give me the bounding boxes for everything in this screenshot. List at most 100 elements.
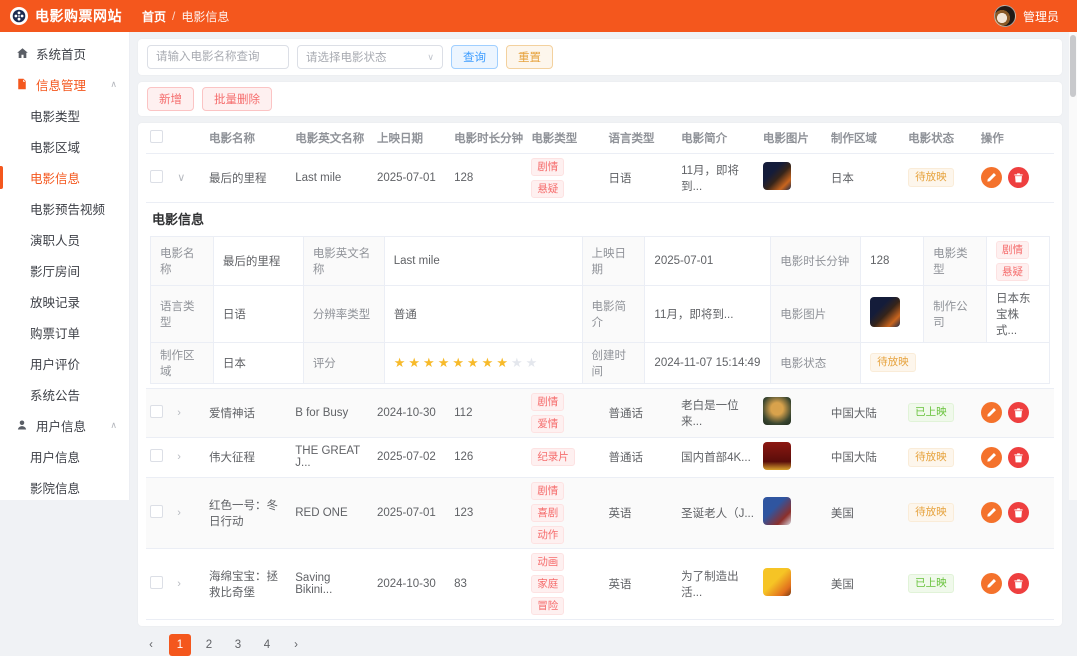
table-row[interactable]: ∨ 最后的里程 Last mile 2025-07-01 128 剧情悬疑 日语… bbox=[146, 153, 1054, 202]
duration: 83 bbox=[450, 548, 527, 619]
row-checkbox[interactable] bbox=[150, 170, 163, 183]
sidebar-item-movie-trailer[interactable]: 电影预告视频 bbox=[0, 193, 129, 224]
movie-status-select[interactable]: 请选择电影状态 ∨ bbox=[297, 45, 443, 69]
delete-button[interactable] bbox=[1008, 502, 1029, 523]
type-tag: 剧情 bbox=[531, 482, 564, 500]
sidebar-item-hall[interactable]: 影厅房间 bbox=[0, 255, 129, 286]
release-date: 2025-07-01 bbox=[373, 477, 450, 548]
edit-button[interactable] bbox=[981, 447, 1002, 468]
prev-page-button[interactable]: ‹ bbox=[140, 634, 162, 656]
star-icon: ★ bbox=[452, 355, 464, 371]
movie-poster[interactable] bbox=[763, 497, 791, 525]
detail-value: 128 bbox=[861, 236, 924, 285]
movie-name-search-input[interactable] bbox=[147, 45, 289, 69]
edit-button[interactable] bbox=[981, 402, 1002, 423]
movie-poster[interactable] bbox=[870, 297, 900, 327]
chevron-down-icon: ∨ bbox=[427, 52, 434, 63]
star-icon: ★ bbox=[438, 355, 450, 371]
delete-button[interactable] bbox=[1008, 447, 1029, 468]
detail-value: 最后的里程 bbox=[213, 236, 303, 285]
select-all-checkbox[interactable] bbox=[150, 130, 163, 143]
sidebar-item-screening[interactable]: 放映记录 bbox=[0, 286, 129, 317]
sidebar-group-info-management[interactable]: 信息管理 ∧ bbox=[0, 69, 129, 100]
edit-button[interactable] bbox=[981, 502, 1002, 523]
table-row[interactable]: › 海绵宝宝：拯救比奇堡 Saving Bikini... 2024-10-30… bbox=[146, 548, 1054, 619]
next-page-button[interactable]: › bbox=[285, 634, 307, 656]
breadcrumb-home[interactable]: 首页 bbox=[142, 8, 166, 25]
sidebar-item-user-info[interactable]: 用户信息 bbox=[0, 441, 129, 472]
type-tag: 爱情 bbox=[531, 415, 564, 433]
movie-en-name: B for Busy bbox=[291, 388, 373, 437]
chevron-up-icon: ∧ bbox=[110, 420, 117, 431]
duration: 123 bbox=[450, 477, 527, 548]
movie-name: 爱情神话 bbox=[205, 388, 291, 437]
sidebar-item-movie-region[interactable]: 电影区域 bbox=[0, 131, 129, 162]
movie-poster[interactable] bbox=[763, 568, 791, 596]
table-row[interactable]: › 爱情神话 B for Busy 2024-10-30 112 剧情爱情 普通… bbox=[146, 388, 1054, 437]
edit-button[interactable] bbox=[981, 573, 1002, 594]
status-badge: 已上映 bbox=[908, 403, 954, 422]
avatar[interactable] bbox=[994, 5, 1016, 27]
row-checkbox[interactable] bbox=[150, 449, 163, 462]
detail-label: 语言类型 bbox=[151, 285, 214, 342]
movie-desc: 圣诞老人（J... bbox=[677, 477, 759, 548]
sidebar-item-movie-type[interactable]: 电影类型 bbox=[0, 100, 129, 131]
detail-label: 制作区域 bbox=[151, 342, 214, 383]
breadcrumb-separator: / bbox=[172, 9, 175, 23]
query-button[interactable]: 查询 bbox=[451, 45, 498, 69]
release-date: 2025-07-02 bbox=[373, 437, 450, 477]
expand-row-icon[interactable]: › bbox=[177, 451, 181, 463]
sidebar-item-orders[interactable]: 购票订单 bbox=[0, 317, 129, 348]
row-checkbox[interactable] bbox=[150, 505, 163, 518]
detail-value: Last mile bbox=[384, 236, 582, 285]
page-button[interactable]: 1 bbox=[169, 634, 191, 656]
detail-label: 电影名称 bbox=[151, 236, 214, 285]
col-ops: 操作 bbox=[977, 123, 1054, 153]
page-button[interactable]: 2 bbox=[198, 634, 220, 656]
sidebar-item-cast[interactable]: 演职人员 bbox=[0, 224, 129, 255]
scrollbar[interactable] bbox=[1069, 32, 1077, 500]
sidebar-item-home[interactable]: 系统首页 bbox=[0, 38, 129, 69]
edit-button[interactable] bbox=[981, 167, 1002, 188]
movie-poster[interactable] bbox=[763, 442, 791, 470]
movie-poster[interactable] bbox=[763, 162, 791, 190]
release-date: 2024-10-30 bbox=[373, 548, 450, 619]
reset-button[interactable]: 重置 bbox=[506, 45, 553, 69]
table-header-row: 电影名称 电影英文名称 上映日期 电影时长分钟 电影类型 语言类型 电影简介 电… bbox=[146, 123, 1054, 153]
sidebar-group-user-info[interactable]: 用户信息 ∧ bbox=[0, 410, 129, 441]
table-row[interactable]: › 伟大征程 THE GREAT J... 2025-07-02 126 纪录片… bbox=[146, 437, 1054, 477]
page-button[interactable]: 3 bbox=[227, 634, 249, 656]
add-button[interactable]: 新增 bbox=[147, 87, 194, 111]
type-tag: 纪录片 bbox=[531, 448, 575, 466]
expand-row-icon[interactable]: › bbox=[177, 507, 181, 519]
batch-delete-button[interactable]: 批量删除 bbox=[202, 87, 272, 111]
scrollbar-thumb[interactable] bbox=[1070, 35, 1076, 97]
user-icon bbox=[16, 419, 29, 432]
delete-button[interactable] bbox=[1008, 402, 1029, 423]
expand-row-icon[interactable]: › bbox=[177, 578, 181, 590]
movie-desc: 老白是一位来... bbox=[677, 388, 759, 437]
table-row[interactable]: › 红色一号：冬日行动 RED ONE 2025-07-01 123 剧情喜剧动… bbox=[146, 477, 1054, 548]
duration: 126 bbox=[450, 437, 527, 477]
app-title: 电影购票网站 bbox=[35, 6, 122, 26]
movie-poster[interactable] bbox=[763, 397, 791, 425]
movie-name: 伟大征程 bbox=[205, 437, 291, 477]
delete-button[interactable] bbox=[1008, 573, 1029, 594]
col-type: 电影类型 bbox=[527, 123, 604, 153]
user-menu[interactable]: 管理员 bbox=[994, 5, 1077, 27]
delete-button[interactable] bbox=[1008, 167, 1029, 188]
row-checkbox[interactable] bbox=[150, 576, 163, 589]
sidebar-item-movie-info[interactable]: 电影信息 bbox=[0, 162, 129, 193]
language: 普通话 bbox=[604, 437, 677, 477]
region: 美国 bbox=[827, 477, 904, 548]
sidebar-item-notice[interactable]: 系统公告 bbox=[0, 379, 129, 410]
collapse-row-icon[interactable]: ∨ bbox=[177, 171, 185, 184]
row-checkbox[interactable] bbox=[150, 405, 163, 418]
expand-row-icon[interactable]: › bbox=[177, 407, 181, 419]
app-logo: 电影购票网站 bbox=[0, 6, 130, 26]
sidebar-item-reviews[interactable]: 用户评价 bbox=[0, 348, 129, 379]
status-badge: 待放映 bbox=[908, 503, 954, 522]
page-button[interactable]: 4 bbox=[256, 634, 278, 656]
sidebar-item-cinema-info[interactable]: 影院信息 bbox=[0, 472, 129, 503]
type-tag: 动画 bbox=[531, 553, 564, 571]
